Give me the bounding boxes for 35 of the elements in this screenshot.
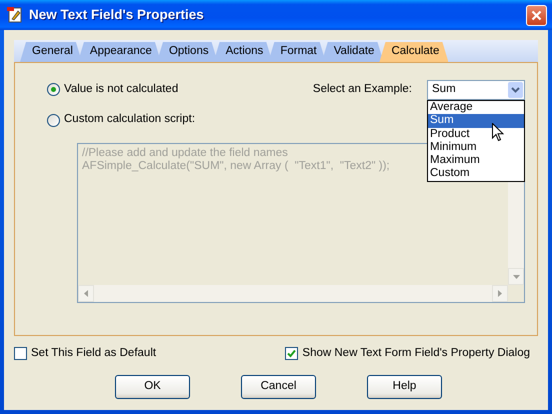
radio-button[interactable] <box>47 114 60 126</box>
left-arrow-icon <box>84 290 88 297</box>
dialog-button[interactable]: Help <box>367 375 442 399</box>
checkbox[interactable] <box>285 347 298 360</box>
close-icon <box>531 10 542 20</box>
tab[interactable]: General <box>20 42 82 62</box>
dropdown-option[interactable]: Custom <box>428 167 524 181</box>
tab[interactable]: Format <box>268 42 326 62</box>
dropdown-option[interactable]: Sum <box>428 114 524 128</box>
caret-icon <box>508 82 523 98</box>
close-button[interactable] <box>526 4 547 26</box>
dropdown-option[interactable]: Maximum <box>428 154 524 168</box>
radio-button[interactable] <box>47 83 60 96</box>
down-arrow-icon <box>512 274 520 278</box>
dropdown-option[interactable]: Average <box>428 101 524 114</box>
tab[interactable]: Options <box>156 42 218 62</box>
radio-label: Custom calculation script: <box>64 113 196 127</box>
tab[interactable]: Calculate <box>379 42 448 62</box>
window-title: New Text Field's Properties <box>29 6 205 24</box>
dropdown-option[interactable]: Minimum <box>428 140 524 154</box>
checkbox-label: Set This Field as Default <box>31 347 156 361</box>
example-label: Select an Example: <box>312 83 412 97</box>
checkbox[interactable] <box>14 347 27 360</box>
cursor-icon <box>492 123 504 142</box>
right-arrow-icon <box>498 290 502 297</box>
dropdown-option[interactable]: Product <box>428 128 524 141</box>
tab[interactable]: Appearance <box>78 42 161 62</box>
example-dropdown[interactable]: Sum <box>427 80 525 100</box>
dialog-button[interactable]: OK <box>115 375 190 399</box>
radio-label: Value is not calculated <box>64 83 178 97</box>
tab[interactable]: Validate <box>322 42 384 62</box>
app-icon <box>6 6 24 24</box>
checkbox-label: Show New Text Form Field's Property Dialog <box>302 347 530 361</box>
dialog-button[interactable]: Cancel <box>241 375 316 399</box>
tab[interactable]: Actions <box>214 42 272 62</box>
